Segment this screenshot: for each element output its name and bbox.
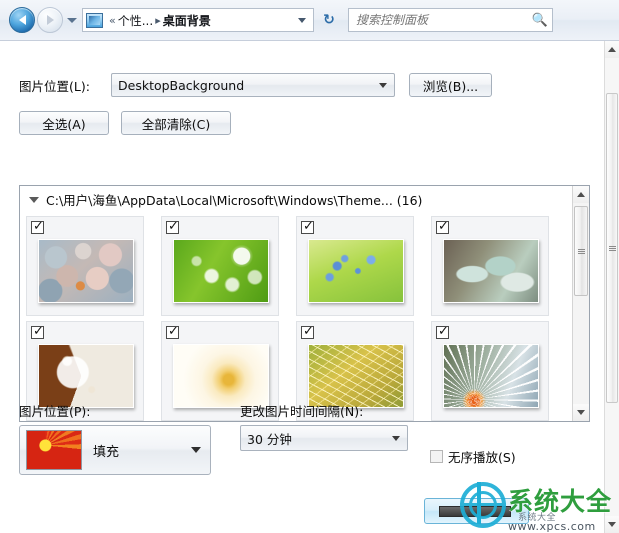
picture-group-header[interactable]: C:\用户\海鱼\AppData\Local\Microsoft\Windows… <box>20 186 589 213</box>
window-scrollbar[interactable] <box>604 41 619 533</box>
scroll-down-arrow-icon <box>577 410 585 415</box>
thumbnail-checkbox[interactable] <box>301 324 314 339</box>
picture-location-combobox[interactable]: DesktopBackground <box>111 73 395 97</box>
thumbnail-item[interactable] <box>431 321 549 421</box>
scrollbar-thumb[interactable] <box>574 206 588 296</box>
thumbnail-image-frosted-green-plants <box>443 239 539 303</box>
selection-buttons-row: 全选(A) 全部清除(C) <box>19 111 231 135</box>
breadcrumb-item-personalization[interactable]: 个性... <box>118 12 153 29</box>
thumbnail-image-green-leaf-water-drops <box>173 239 269 303</box>
thumbnail-checkbox[interactable] <box>31 219 44 234</box>
picture-group-path: C:\用户\海鱼\AppData\Local\Microsoft\Windows… <box>46 193 423 208</box>
thumbnail-image-brown-spotted-shell <box>38 344 134 408</box>
shuffle-label: 无序播放(S) <box>448 450 516 465</box>
picture-list-scrollbar[interactable] <box>572 186 589 421</box>
thumbnail-image-blue-flowers-green-grass <box>308 239 404 303</box>
picture-position-value: 填充 <box>93 444 120 460</box>
thumbnail-image-dandelion-starburst <box>443 344 539 408</box>
search-input[interactable] <box>356 13 532 27</box>
clear-all-label: 全部清除(C) <box>141 116 211 132</box>
watermark-logo-bar-icon <box>477 482 481 524</box>
picture-location-value: DesktopBackground <box>118 77 245 93</box>
forward-button[interactable] <box>37 7 63 33</box>
shuffle-checkbox-row[interactable]: 无序播放(S) <box>430 447 516 466</box>
clear-all-button[interactable]: 全部清除(C) <box>121 111 231 135</box>
scroll-down-button[interactable] <box>573 404 589 421</box>
scroll-up-arrow-icon <box>577 192 585 197</box>
thumbnail-image-pebbles-stones <box>38 239 134 303</box>
thumbnail-item[interactable] <box>296 216 414 316</box>
thumbnail-checkbox[interactable] <box>31 324 44 339</box>
thumbnail-item[interactable] <box>161 216 279 316</box>
thumbnail-image-yellow-white-rose <box>173 344 269 408</box>
change-interval-combobox[interactable]: 30 分钟 <box>240 425 408 451</box>
scroll-up-arrow-icon <box>608 47 616 52</box>
thumbnail-image-golden-grass-strands <box>308 344 404 408</box>
thumbnail-item[interactable] <box>26 216 144 316</box>
search-icon: 🔍 <box>531 12 548 28</box>
scrollbar-grip-icon <box>608 245 616 252</box>
chevron-down-icon <box>191 447 201 453</box>
window-scrollbar-thumb[interactable] <box>606 93 618 403</box>
interval-label-row: 更改图片时间间隔(N): <box>240 401 363 420</box>
thumbnail-item[interactable] <box>431 216 549 316</box>
scrollbar-grip-icon <box>577 248 585 255</box>
watermark-logo-icon <box>460 482 506 528</box>
back-arrow-icon <box>18 15 26 25</box>
refresh-icon: ↻ <box>323 12 335 28</box>
back-button[interactable] <box>9 7 35 33</box>
browse-button-label: 浏览(B)... <box>422 78 479 94</box>
position-label-row: 图片位置(P): <box>19 401 91 420</box>
change-interval-label: 更改图片时间间隔(N): <box>240 404 364 419</box>
thumbnail-checkbox[interactable] <box>436 219 449 234</box>
chevron-down-icon <box>379 82 387 88</box>
search-box[interactable]: 🔍 <box>348 8 553 32</box>
forward-arrow-icon <box>46 15 54 25</box>
select-all-button[interactable]: 全选(A) <box>19 111 109 135</box>
thumbnail-checkbox[interactable] <box>166 324 179 339</box>
select-all-label: 全选(A) <box>42 116 86 132</box>
shuffle-checkbox[interactable] <box>430 450 443 463</box>
collapse-triangle-icon[interactable] <box>29 196 39 203</box>
breadcrumb-overflow[interactable]: « <box>107 14 118 27</box>
navigation-bar: « 个性... ▸ 桌面背景 ↻ 🔍 <box>0 0 619 41</box>
refresh-button[interactable]: ↻ <box>316 8 342 32</box>
personalization-monitor-icon <box>86 12 103 28</box>
window-scroll-up-button[interactable] <box>605 41 619 58</box>
address-bar[interactable]: « 个性... ▸ 桌面背景 <box>82 8 314 32</box>
picture-location-row: 图片位置(L): DesktopBackground 浏览(B)... <box>19 73 492 97</box>
site-watermark: 系统大全 系统大全 www.xpcs.com <box>460 478 619 533</box>
scroll-up-button[interactable] <box>573 186 589 203</box>
change-interval-value: 30 分钟 <box>247 431 292 447</box>
watermark-url: www.xpcs.com <box>508 520 596 533</box>
breadcrumb-separator: ▸ <box>155 13 161 27</box>
address-dropdown-chevron-icon[interactable] <box>298 17 306 23</box>
thumbnail-grid <box>20 213 568 422</box>
chevron-down-icon <box>392 435 400 441</box>
picture-position-label: 图片位置(P): <box>19 404 91 419</box>
breadcrumb-item-desktop-background[interactable]: 桌面背景 <box>163 12 211 29</box>
position-preview-thumbnail <box>26 430 82 470</box>
recent-pages-chevron-down-icon[interactable] <box>67 17 77 23</box>
browse-button[interactable]: 浏览(B)... <box>409 73 492 97</box>
picture-list-panel: C:\用户\海鱼\AppData\Local\Microsoft\Windows… <box>19 185 590 422</box>
thumbnail-checkbox[interactable] <box>301 219 314 234</box>
thumbnail-checkbox[interactable] <box>436 324 449 339</box>
thumbnail-checkbox[interactable] <box>166 219 179 234</box>
picture-position-combobox[interactable]: 填充 <box>19 425 211 475</box>
picture-location-label: 图片位置(L): <box>19 78 90 94</box>
nav-buttons-group <box>0 7 82 33</box>
control-panel-desktop-background-window: « 个性... ▸ 桌面背景 ↻ 🔍 图片位置(L): DesktopBackg… <box>0 0 619 533</box>
